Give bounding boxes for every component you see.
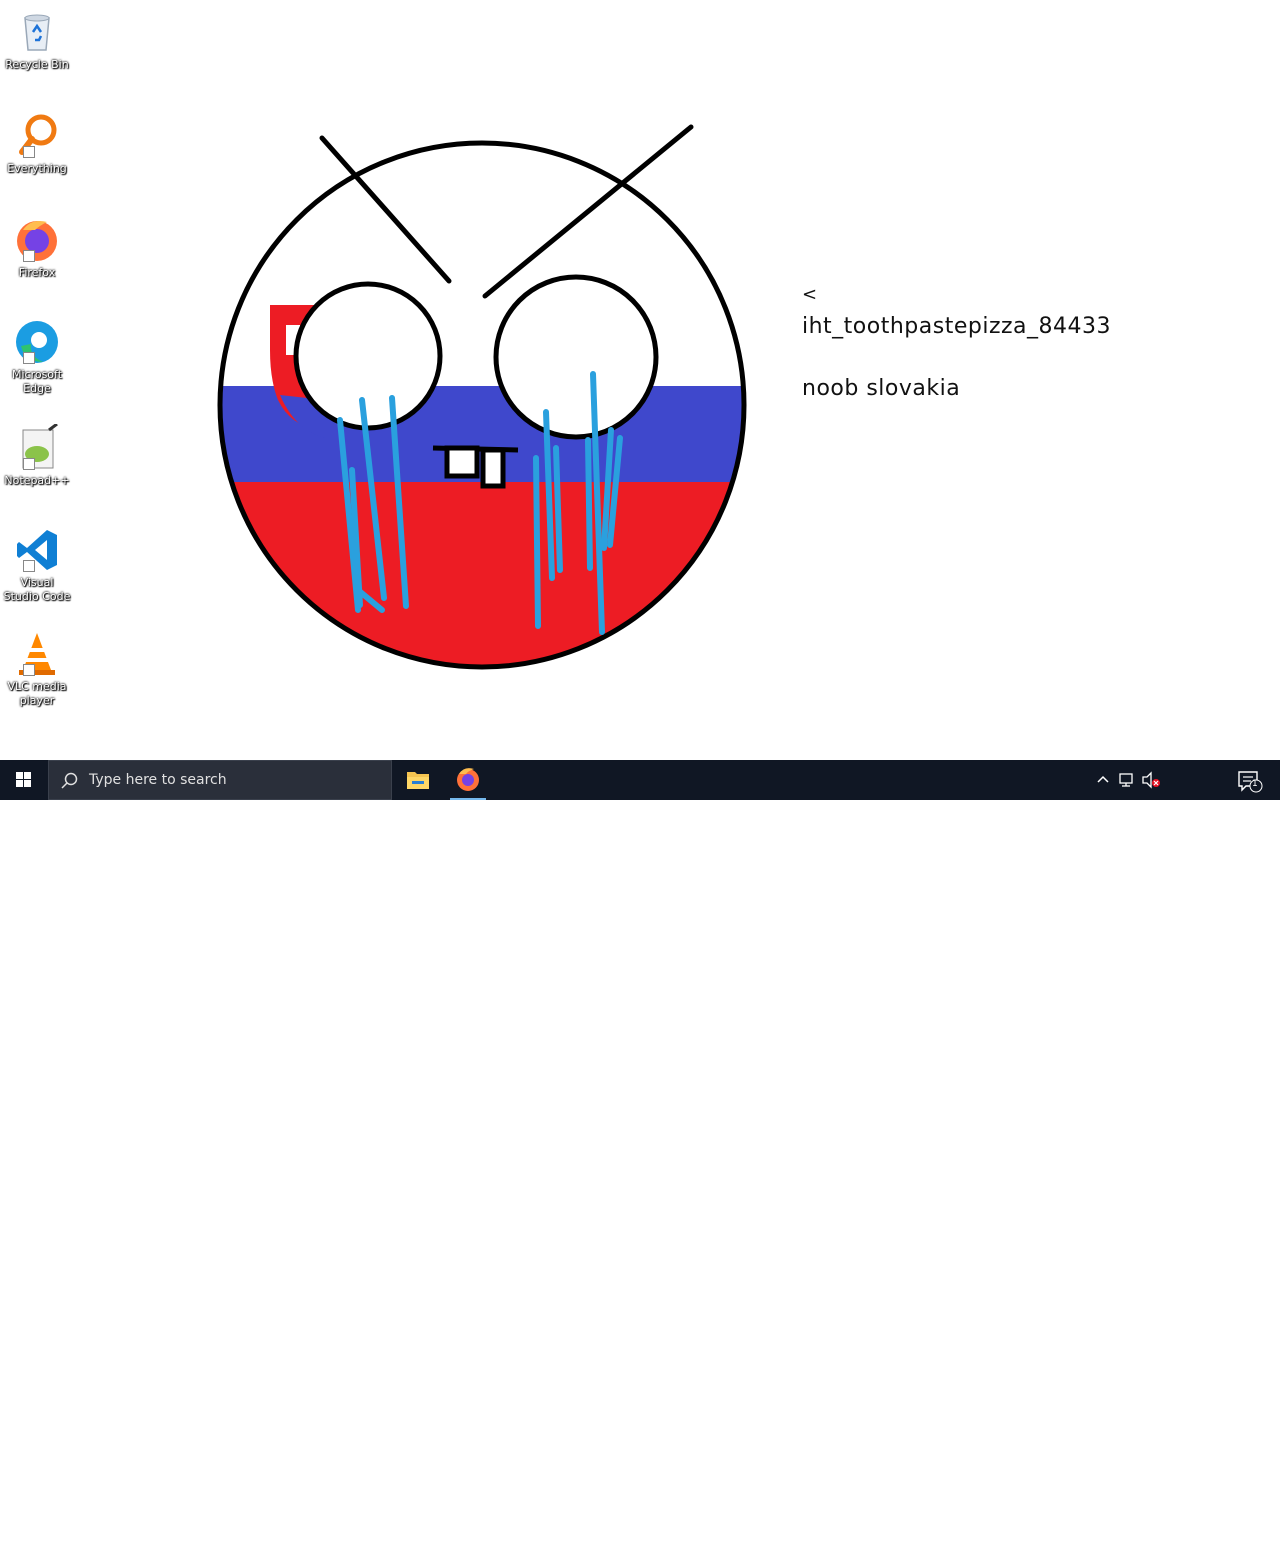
desktop-icon-label: Notepad++ bbox=[4, 474, 70, 487]
firefox-icon bbox=[13, 216, 61, 264]
notification-count: 1 bbox=[1252, 779, 1258, 789]
clock-date: 12/10/2024 bbox=[1163, 1541, 1233, 1555]
desktop-icon-edge[interactable]: Microsoft Edge bbox=[2, 318, 72, 396]
edge-icon bbox=[13, 318, 61, 366]
shortcut-arrow-icon bbox=[23, 560, 35, 572]
vlc-icon bbox=[13, 630, 61, 678]
right-eye bbox=[493, 274, 659, 440]
taskbar-file-explorer[interactable] bbox=[394, 760, 442, 800]
start-button[interactable] bbox=[0, 760, 48, 800]
wallpaper-username: iht_toothpastepizza_84433 bbox=[802, 314, 1112, 339]
wallpaper-arrow-text: < bbox=[802, 284, 818, 305]
everything-icon bbox=[13, 112, 61, 160]
shortcut-arrow-icon bbox=[23, 250, 35, 262]
recycle-bin-icon bbox=[13, 8, 61, 56]
clock-time: 4:31 AM bbox=[1172, 1523, 1222, 1537]
network-icon[interactable] bbox=[1118, 771, 1136, 789]
taskbar-firefox[interactable] bbox=[444, 760, 492, 800]
desktop[interactable]: < iht_toothpastepizza_84433 noob slovaki… bbox=[0, 0, 1280, 760]
desktop-icon-label: Recycle Bin bbox=[5, 58, 69, 71]
desktop-icon-label: Firefox bbox=[18, 266, 56, 279]
shortcut-arrow-icon bbox=[23, 146, 35, 158]
left-eye bbox=[293, 281, 443, 431]
shortcut-arrow-icon bbox=[23, 352, 35, 364]
shortcut-arrow-icon bbox=[23, 664, 35, 676]
desktop-icon-everything[interactable]: Everything bbox=[2, 112, 72, 176]
firefox-icon bbox=[457, 768, 479, 791]
volume-muted-icon[interactable] bbox=[1141, 771, 1161, 789]
desktop-icon-label: Microsoft Edge bbox=[11, 368, 63, 395]
action-center-button[interactable]: 1 bbox=[1234, 766, 1264, 794]
desktop-icon-label: VLC media player bbox=[7, 680, 67, 707]
desktop-icon-label: Everything bbox=[7, 162, 67, 175]
notepadpp-icon bbox=[13, 422, 61, 472]
search-icon bbox=[61, 772, 78, 789]
notification-icon bbox=[1238, 771, 1263, 793]
file-explorer-icon bbox=[407, 772, 429, 789]
desktop-icon-recycle-bin[interactable]: Recycle Bin bbox=[2, 8, 72, 72]
desktop-icon-label: Visual Studio Code bbox=[3, 576, 71, 603]
desktop-icon-notepadpp[interactable]: Notepad++ bbox=[2, 422, 72, 488]
desktop-icon-firefox[interactable]: Firefox bbox=[2, 216, 72, 280]
desktop-icon-vlc[interactable]: VLC media player bbox=[2, 630, 72, 708]
taskbar-search-box[interactable]: Type here to search bbox=[48, 760, 392, 800]
vscode-icon bbox=[13, 526, 61, 574]
wallpaper-drawing bbox=[217, 124, 747, 670]
taskbar: Type here to search 4:31 AM 12/10/2024 1 bbox=[0, 760, 1280, 1555]
show-hidden-icons-chevron-icon[interactable] bbox=[1095, 772, 1111, 788]
windows-logo-icon bbox=[16, 772, 31, 787]
search-placeholder: Type here to search bbox=[89, 772, 227, 788]
wallpaper-caption: noob slovakia bbox=[802, 376, 961, 401]
desktop-icon-vscode[interactable]: Visual Studio Code bbox=[2, 526, 72, 604]
shortcut-arrow-icon bbox=[23, 458, 35, 470]
